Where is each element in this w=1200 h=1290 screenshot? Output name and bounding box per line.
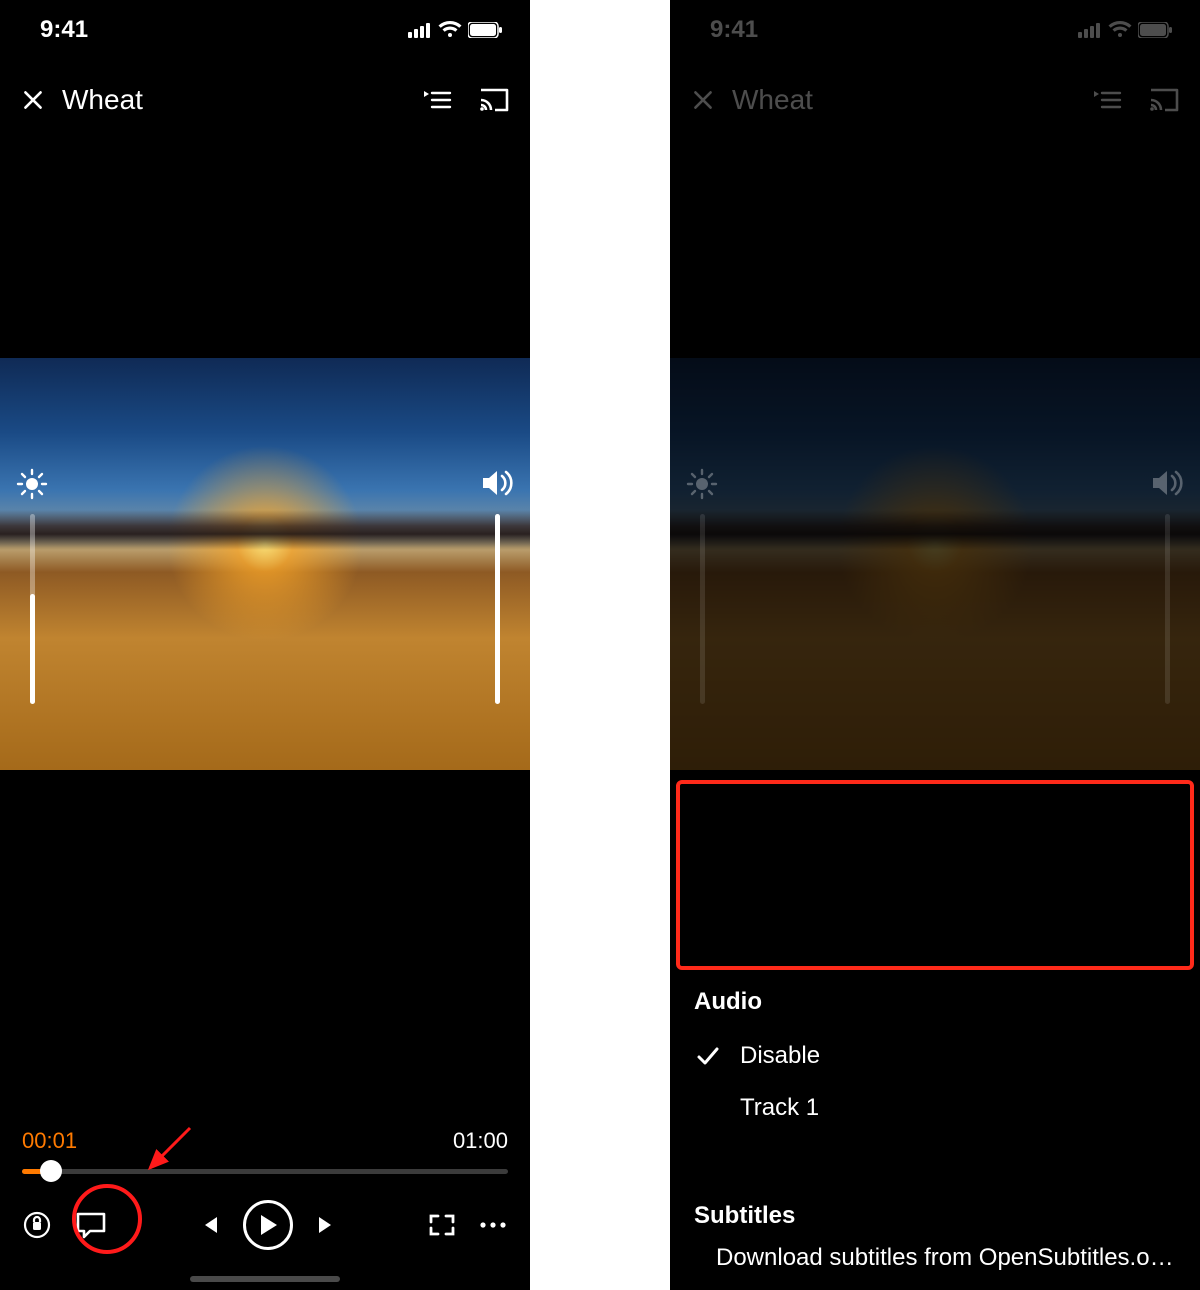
video-frame <box>670 358 1200 770</box>
player-header: Wheat <box>0 50 530 116</box>
status-bar: 9:41 <box>0 0 530 50</box>
audio-section-title: Audio <box>670 968 1200 1030</box>
next-track-icon[interactable] <box>315 1213 339 1237</box>
home-indicator[interactable] <box>190 1276 340 1282</box>
subtitles-section-title: Subtitles <box>670 1182 1200 1244</box>
player-header: Wheat <box>670 50 1200 116</box>
wifi-icon <box>438 21 462 39</box>
playlist-icon[interactable] <box>1092 88 1122 112</box>
rotation-lock-icon[interactable] <box>22 1210 52 1240</box>
tracks-panel: Audio Disable Track 1 Subtitles Download… <box>670 968 1200 1290</box>
battery-icon <box>1138 22 1172 38</box>
audio-option-disable[interactable]: Disable <box>670 1030 1200 1082</box>
phone-screenshot-playing: 9:41 Wheat <box>0 0 530 1290</box>
video-title: Wheat <box>732 84 813 116</box>
close-icon[interactable] <box>20 87 46 113</box>
previous-track-icon[interactable] <box>197 1213 221 1237</box>
video-title: Wheat <box>62 84 143 116</box>
audio-option-label: Track 1 <box>740 1094 819 1122</box>
status-time: 9:41 <box>710 16 758 44</box>
play-button[interactable] <box>243 1200 293 1250</box>
cellular-signal-icon <box>1078 22 1102 38</box>
annotation-arrow-icon <box>140 1122 200 1182</box>
seek-bar[interactable] <box>22 1164 508 1178</box>
audio-option-track1[interactable]: Track 1 <box>670 1082 1200 1134</box>
cellular-signal-icon <box>408 22 432 38</box>
current-time-label: 00:01 <box>22 1128 77 1154</box>
annotation-circle <box>72 1184 142 1254</box>
wifi-icon <box>1108 21 1132 39</box>
download-subtitles-option[interactable]: Download subtitles from OpenSubtitles.or… <box>670 1244 1200 1272</box>
audio-option-label: Disable <box>740 1042 820 1070</box>
checkmark-icon <box>694 1046 722 1066</box>
cast-icon[interactable] <box>1148 87 1180 113</box>
status-bar: 9:41 <box>670 0 1200 50</box>
video-frame[interactable] <box>0 358 530 770</box>
phone-screenshot-audio-panel: 9:41 Wheat <box>670 0 1200 1290</box>
status-time: 9:41 <box>40 16 88 44</box>
more-icon[interactable] <box>478 1220 508 1230</box>
fullscreen-icon[interactable] <box>428 1213 456 1237</box>
battery-icon <box>468 22 502 38</box>
annotation-box <box>676 780 1194 970</box>
cast-icon[interactable] <box>478 87 510 113</box>
screenshot-divider <box>530 0 670 1290</box>
close-icon[interactable] <box>690 87 716 113</box>
duration-label: 01:00 <box>453 1128 508 1154</box>
playlist-icon[interactable] <box>422 88 452 112</box>
